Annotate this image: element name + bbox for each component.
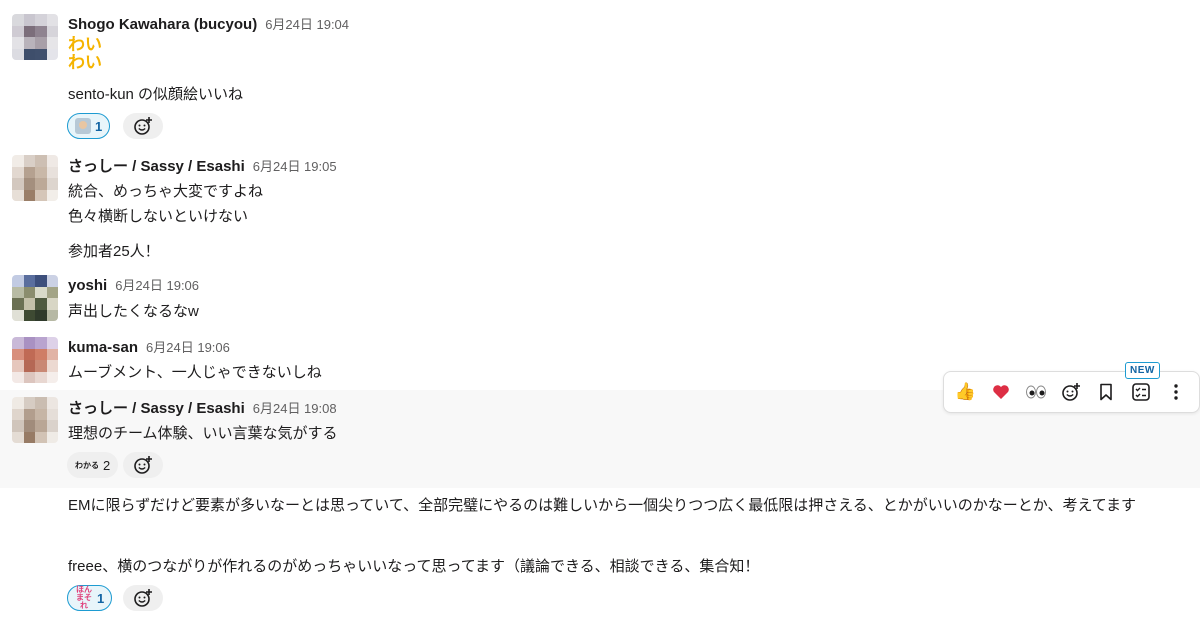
message-text: 参加者25人！: [68, 243, 160, 260]
timestamp[interactable]: 6月24日 19:04: [265, 14, 349, 33]
eyes-reaction-button[interactable]: [1018, 376, 1053, 408]
add-reaction-button[interactable]: [123, 452, 163, 478]
reaction-wakaru[interactable]: わかる 2: [67, 452, 119, 478]
timestamp[interactable]: 6月24日 19:06: [146, 337, 230, 356]
author-name[interactable]: Shogo Kawahara (bucyou): [68, 16, 257, 33]
add-reaction-icon: [134, 589, 152, 607]
avatar[interactable]: [12, 275, 58, 321]
reaction-count: 2: [103, 457, 111, 473]
reaction-count: 1: [97, 590, 105, 606]
avatar[interactable]: [12, 155, 58, 201]
timestamp[interactable]: 6月24日 19:05: [253, 156, 337, 175]
heart-icon: [992, 385, 1009, 399]
wakaru-emoji-icon: わかる: [75, 460, 99, 470]
message-text: 理想のチーム体験、いい言葉な気がする: [68, 425, 338, 442]
avatar[interactable]: [12, 14, 58, 60]
timestamp[interactable]: 6月24日 19:08: [253, 398, 337, 417]
checklist-icon: [1131, 383, 1150, 401]
message-text: freee、横のつながりが作れるのがめっちゃいいなって思ってます（議論できる、相…: [68, 558, 760, 575]
message-text: 統合、めっちゃ大変ですよね: [68, 183, 264, 200]
avatar[interactable]: [12, 397, 58, 443]
save-for-later-button[interactable]: [1088, 376, 1123, 408]
message-text: EMに限らずだけど要素が多いなーとは思っていて、全部完璧にやるのは難しいから一個…: [68, 497, 1137, 514]
thumbs-up-icon: 👍: [954, 382, 977, 401]
reaction-person-avatar[interactable]: 1: [67, 113, 111, 139]
message-text: 声出したくなるなw: [68, 303, 199, 320]
add-reaction-icon: [134, 456, 152, 474]
create-task-button[interactable]: [1123, 376, 1158, 408]
eyes-icon: [1025, 385, 1046, 399]
timestamp[interactable]: 6月24日 19:06: [115, 275, 199, 294]
author-name[interactable]: さっしー / Sassy / Esashi: [68, 397, 245, 418]
heart-reaction-button[interactable]: [983, 376, 1018, 408]
waiwai-sticker: わいわい: [68, 35, 102, 72]
more-actions-button[interactable]: [1158, 376, 1193, 408]
avatar[interactable]: [12, 337, 58, 383]
add-reaction-button[interactable]: [123, 113, 163, 139]
thumbs-up-reaction-button[interactable]: 👍: [948, 376, 983, 408]
add-reaction-icon: [1061, 383, 1080, 401]
new-badge: NEW: [1125, 362, 1160, 379]
add-reaction-button[interactable]: [123, 585, 163, 611]
author-name[interactable]: さっしー / Sassy / Esashi: [68, 155, 245, 176]
add-reaction-button[interactable]: [1053, 376, 1088, 408]
message-text: 色々横断しないといけない: [68, 208, 249, 225]
message-text: sento-kun の似顔絵いいね: [68, 86, 244, 103]
person-avatar-emoji-icon: [75, 118, 91, 134]
honmasore-emoji-icon: ほんまそれ: [76, 585, 92, 610]
author-name[interactable]: yoshi: [68, 277, 107, 294]
author-name[interactable]: kuma-san: [68, 339, 138, 356]
more-vertical-icon: [1173, 384, 1178, 400]
reaction-honmasore[interactable]: ほんまそれ 1: [67, 585, 113, 611]
bookmark-icon: [1099, 383, 1112, 401]
message-text: ムーブメント、一人じゃできないしね: [68, 364, 322, 381]
reaction-count: 1: [95, 118, 103, 134]
add-reaction-icon: [134, 117, 152, 135]
message-actions-toolbar: 👍: [943, 371, 1200, 413]
